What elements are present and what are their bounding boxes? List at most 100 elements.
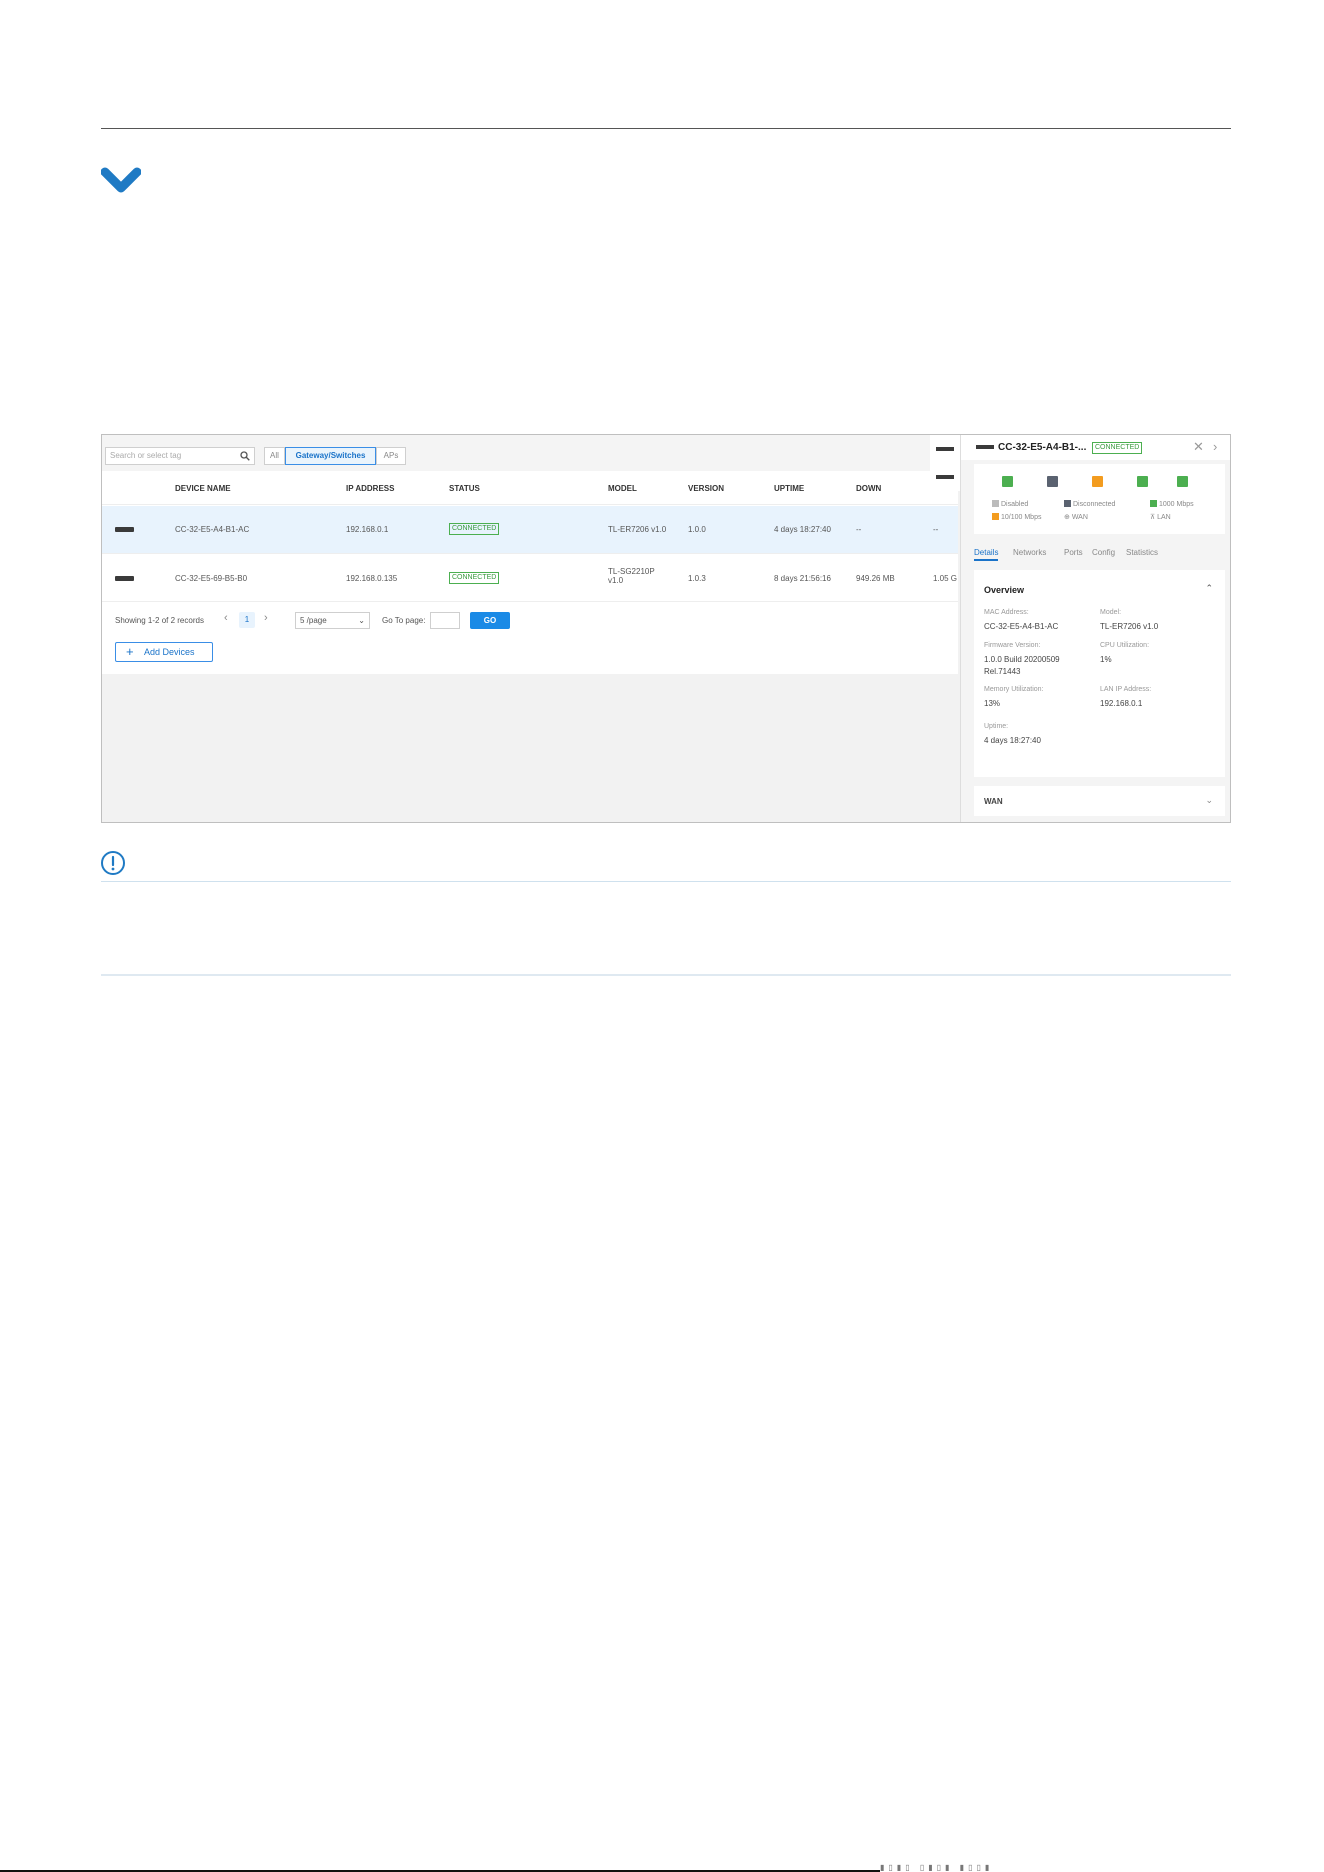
cell-down: -- (856, 525, 862, 534)
prev-page-icon[interactable]: ‹ (224, 612, 228, 624)
legend-disabled: Disabled (992, 500, 1028, 508)
search-icon[interactable] (240, 451, 250, 461)
col-uptime[interactable]: UPTIME (774, 484, 804, 493)
legend-1000: 1000 Mbps (1150, 500, 1194, 508)
cell-version: 1.0.3 (688, 574, 706, 583)
device-detail-panel: CC-32-E5-A4-B1-... CONNECTED ✕ › Disable… (960, 435, 1230, 822)
port-icon[interactable] (1092, 476, 1103, 487)
tab-config[interactable]: Config (1092, 548, 1115, 557)
mac-value: CC-32-E5-A4-B1-AC (984, 622, 1059, 631)
status-badge: CONNECTED (449, 523, 500, 535)
memory-label: Memory Utilization: (984, 686, 1044, 693)
collapse-icon[interactable]: ⌃ (1205, 583, 1213, 594)
next-page-icon[interactable]: › (264, 612, 268, 624)
device-icon (936, 475, 954, 479)
chevron-right-icon[interactable]: › (1213, 439, 1217, 454)
add-devices-button[interactable]: + Add Devices (115, 642, 213, 662)
model-label: Model: (1100, 609, 1122, 616)
cell-device-name: CC-32-E5-69-B5-B0 (175, 574, 248, 583)
col-status[interactable]: STATUS (449, 484, 480, 493)
table-row[interactable]: CC-32-E5-A4-B1-AC 192.168.0.1 CONNECTED … (102, 506, 958, 554)
device-tab[interactable] (930, 435, 960, 463)
devices-main: Search or select tag All Gateway/Switche… (102, 435, 958, 822)
filter-aps[interactable]: APs (376, 447, 406, 465)
search-input[interactable]: Search or select tag (105, 447, 255, 465)
pager-summary: Showing 1-2 of 2 records (115, 616, 204, 625)
table-row[interactable]: CC-32-E5-69-B5-B0 192.168.0.135 CONNECTE… (102, 554, 958, 602)
port-icon[interactable] (1137, 476, 1148, 487)
close-icon[interactable]: ✕ (1193, 439, 1204, 455)
wan-title: WAN (984, 797, 1003, 806)
cpu-value: 1% (1100, 655, 1112, 664)
go-button[interactable]: GO (470, 612, 510, 629)
uptime-value: 4 days 18:27:40 (984, 736, 1041, 745)
cell-model: TL-ER7206 v1.0 (608, 525, 667, 534)
uptime-label: Uptime: (984, 723, 1009, 730)
chevron-down-icon: ⌄ (358, 616, 365, 625)
device-icon (115, 527, 134, 532)
device-icon (936, 447, 954, 451)
cell-uptime: 4 days 18:27:40 (774, 525, 831, 534)
cell-ip: 192.168.0.1 (346, 525, 389, 534)
port-status-box: Disabled Disconnected 1000 Mbps 10/100 M… (974, 464, 1225, 534)
footer-marks: ▮▯▮▯ ▯▮▯▮ ▮▯▯▮ (880, 1863, 994, 1872)
overview-title: Overview (984, 585, 1025, 595)
cell-uptime: 8 days 21:56:16 (774, 574, 831, 583)
firmware-value-line2: Rel.71443 (984, 667, 1021, 676)
cell-model: TL-SG2210P (608, 567, 655, 576)
wan-section[interactable]: WAN ⌄ (974, 786, 1225, 816)
col-down[interactable]: DOWN (856, 484, 881, 493)
mac-label: MAC Address: (984, 609, 1029, 616)
col-model[interactable]: MODEL (608, 484, 637, 493)
tab-networks[interactable]: Networks (1013, 548, 1046, 557)
legend-wan: ⊕ WAN (1064, 514, 1088, 521)
firmware-value: 1.0.0 Build 20200509 (984, 655, 1060, 664)
col-version[interactable]: VERSION (688, 484, 724, 493)
filter-all[interactable]: All (264, 447, 285, 465)
lan-ip-label: LAN IP Address: (1100, 686, 1152, 693)
toolbar: Search or select tag All Gateway/Switche… (102, 435, 958, 471)
goto-page-input[interactable] (430, 612, 460, 629)
cell-model-line2: v1.0 (608, 576, 624, 585)
device-icon (976, 445, 994, 449)
cell-version: 1.0.0 (688, 525, 706, 534)
per-page-select[interactable]: 5 /page ⌄ (295, 612, 370, 629)
device-tab[interactable] (930, 463, 960, 491)
note-divider (101, 881, 1231, 882)
status-badge: CONNECTED (449, 572, 500, 584)
top-divider (101, 128, 1231, 129)
page-number[interactable]: 1 (239, 612, 255, 628)
table-header: DEVICE NAME IP ADDRESS STATUS MODEL VERS… (102, 471, 958, 505)
tab-ports[interactable]: Ports (1064, 548, 1083, 557)
model-value: TL-ER7206 v1.0 (1100, 622, 1159, 631)
note-bottom-divider (101, 974, 1231, 976)
device-tab-strip (930, 435, 960, 822)
tab-details[interactable]: Details (974, 548, 999, 561)
chevron-down-icon[interactable] (101, 166, 141, 196)
status-badge: CONNECTED (1092, 442, 1143, 454)
panel-title: CC-32-E5-A4-B1-... (998, 442, 1087, 453)
port-icon[interactable] (1177, 476, 1188, 487)
cell-device-name: CC-32-E5-A4-B1-AC (175, 525, 250, 534)
panel-header: CC-32-E5-A4-B1-... CONNECTED ✕ › (961, 435, 1230, 460)
goto-label: Go To page: (382, 616, 426, 625)
cell-down: 949.26 MB (856, 574, 895, 583)
expand-icon[interactable]: ⌄ (1205, 795, 1213, 806)
port-wan-icon[interactable] (1002, 476, 1013, 487)
col-device-name[interactable]: DEVICE NAME (175, 484, 231, 493)
tab-statistics[interactable]: Statistics (1126, 548, 1158, 557)
device-icon (115, 576, 134, 581)
memory-value: 13% (984, 699, 1001, 708)
col-ip-address[interactable]: IP ADDRESS (346, 484, 394, 493)
lan-ip-value: 192.168.0.1 (1100, 699, 1143, 708)
controller-screenshot: Search or select tag All Gateway/Switche… (101, 434, 1231, 823)
cell-ip: 192.168.0.135 (346, 574, 398, 583)
plus-icon: + (126, 644, 134, 659)
filter-gateway-switches[interactable]: Gateway/Switches (285, 447, 376, 465)
overview-section: Overview ⌃ MAC Address: CC-32-E5-A4-B1-A… (974, 570, 1225, 777)
info-icon (101, 851, 125, 875)
firmware-label: Firmware Version: (984, 642, 1041, 649)
cpu-label: CPU Utilization: (1100, 642, 1150, 649)
port-icon[interactable] (1047, 476, 1058, 487)
legend-10-100: 10/100 Mbps (992, 513, 1041, 521)
